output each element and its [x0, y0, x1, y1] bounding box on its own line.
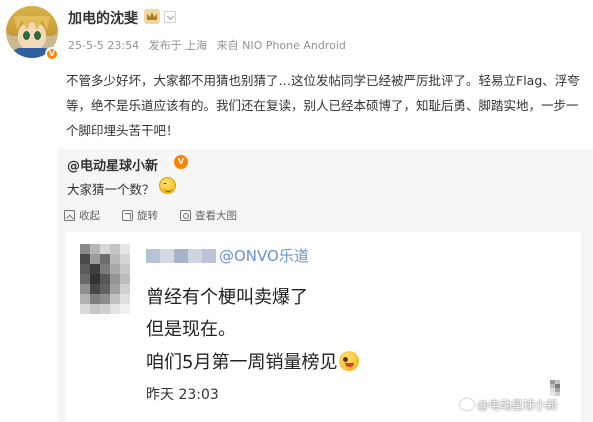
- quote-author[interactable]: @电动星球小新: [67, 155, 158, 174]
- image-watermark: @电动星球小新: [460, 397, 558, 413]
- avatar[interactable]: V: [6, 6, 59, 61]
- quote-verified-badge-icon: V: [174, 155, 188, 169]
- post-source: 来自 NIO Phone Android: [216, 39, 346, 52]
- post-meta: 25-5-5 23:54 发布于 上海 来自 NIO Phone Android: [68, 37, 352, 53]
- attached-image[interactable]: @ONVO乐道 曾经有个梗叫卖爆了 但是现在。 咱们5月第一周销量榜见 昨天 2…: [66, 232, 581, 422]
- crown-icon[interactable]: [144, 9, 160, 24]
- collapse-icon: [64, 210, 75, 221]
- screenshot-line-3: 咱们5月第一周销量榜见: [146, 348, 360, 374]
- weibo-post: V 加电的沈斐 25-5-5 23:54 发布于 上海 来自 NIO Phone…: [0, 0, 593, 422]
- pixelated-icon: [550, 380, 560, 396]
- screenshot-line-3-text: 咱们5月第一周销量榜见: [146, 352, 338, 373]
- post-text: 不管多少好坏，大家都不用猜也别猜了…这位发帖同学已经被严厉批评了。轻易立Flag…: [66, 73, 580, 138]
- chevron-down-icon[interactable]: [164, 11, 176, 23]
- rotate-icon: [122, 210, 133, 221]
- post-time[interactable]: 25-5-5 23:54: [68, 39, 139, 52]
- verified-badge-icon: V: [45, 47, 59, 61]
- post-location: 发布于 上海: [148, 39, 208, 52]
- quote-text: 大家猜一个数？: [67, 182, 155, 197]
- smile-emoji-icon: [159, 177, 176, 194]
- screenshot-line-2: 但是现在。: [146, 319, 236, 340]
- rotate-label: 旋转: [137, 210, 158, 222]
- pixelated-username: [146, 249, 216, 263]
- username[interactable]: 加电的沈斐: [68, 8, 138, 28]
- rotate-button[interactable]: 旋转: [122, 208, 158, 223]
- image-toolbar: 收起 旋转 查看大图: [64, 208, 237, 223]
- screenshot-line-1: 曾经有个梗叫卖爆了: [146, 287, 308, 308]
- view-large-label: 查看大图: [195, 210, 237, 222]
- pixelated-avatar: [80, 244, 130, 314]
- collapse-button[interactable]: 收起: [64, 208, 100, 223]
- screenshot-time: 昨天 23:03: [146, 387, 219, 403]
- view-large-button[interactable]: 查看大图: [180, 208, 237, 223]
- collapse-label: 收起: [79, 210, 100, 222]
- wink-emoji-icon: [339, 351, 360, 371]
- watermark-text: @电动星球小新: [477, 398, 558, 412]
- weibo-logo-icon: [460, 399, 474, 410]
- zoom-icon: [180, 210, 191, 221]
- screenshot-handle: @ONVO乐道: [219, 247, 309, 265]
